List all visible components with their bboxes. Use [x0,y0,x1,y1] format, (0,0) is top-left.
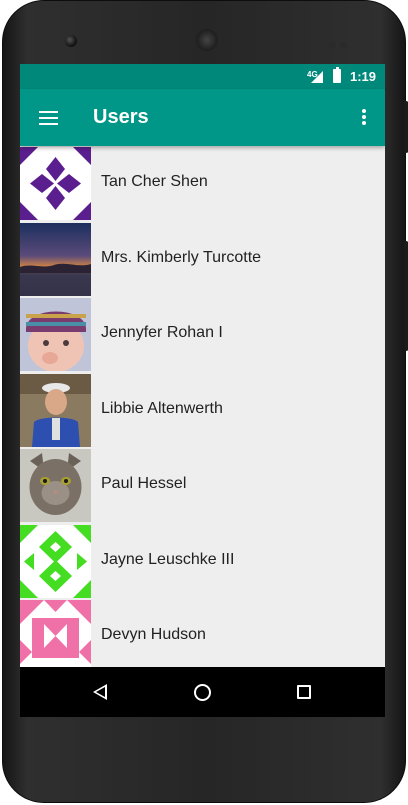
list-item[interactable]: Paul Hessel [20,448,385,524]
volume-button [404,241,408,351]
power-button [404,101,408,153]
back-icon[interactable] [93,684,107,700]
avatar [20,373,91,447]
list-item[interactable]: Devyn Hudson [20,599,385,667]
battery-charging-icon [333,67,341,83]
page-title: Users [93,106,149,128]
app-bar: Users [20,89,385,146]
user-name: Jayne Leuschke III [101,550,235,568]
user-name: Tan Cher Shen [101,173,208,190]
avatar [20,222,91,296]
front-camera [65,35,77,47]
proximity-sensors [329,36,355,49]
device-screen: 4G 1:19 Users Tan Cher Shen Mrs. Kimberl… [20,64,385,717]
user-name: Mrs. Kimberly Turcotte [101,248,262,266]
status-time: 1:19 [350,69,377,84]
signal-icon [311,71,323,83]
home-icon[interactable] [194,684,211,701]
user-name: Libbie Altenwerth [101,399,223,417]
system-nav-bar [20,667,385,717]
hamburger-menu-icon[interactable] [39,111,58,125]
recents-icon[interactable] [297,685,311,699]
list-item[interactable]: Mrs. Kimberly Turcotte [20,222,385,298]
user-name: Paul Hessel [101,475,187,492]
list-item[interactable]: Jayne Leuschke III [20,524,385,600]
avatar [20,524,91,598]
user-name: Devyn Hudson [101,626,206,643]
avatar [20,449,91,522]
list-item[interactable]: Tan Cher Shen [20,146,385,222]
user-name: Jennyfer Rohan I [101,324,223,341]
avatar [20,298,91,371]
user-list[interactable]: Tan Cher Shen Mrs. Kimberly Turcotte Jen… [20,146,385,667]
list-item[interactable]: Libbie Altenwerth [20,373,385,449]
overflow-menu-icon[interactable] [361,109,367,127]
earpiece-speaker [196,29,218,51]
avatar [20,600,91,667]
list-item[interactable]: Jennyfer Rohan I [20,297,385,373]
avatar [20,147,91,220]
status-bar: 4G 1:19 [20,64,385,89]
